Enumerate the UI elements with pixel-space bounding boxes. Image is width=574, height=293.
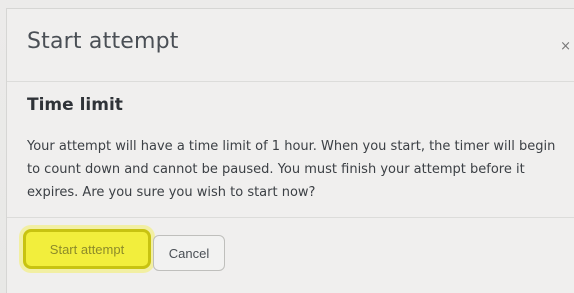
dialog-title: Start attempt [27, 29, 179, 54]
footer-divider [7, 217, 574, 218]
time-limit-message: Your attempt will have a time limit of 1… [27, 139, 556, 200]
dialog-header: Start attempt × [7, 9, 574, 82]
start-attempt-dialog: Start attempt × Time limit Your attempt … [6, 8, 574, 293]
page: Start attempt × Time limit Your attempt … [0, 0, 574, 293]
start-attempt-button[interactable]: Start attempt [23, 229, 151, 269]
cancel-button[interactable]: Cancel [153, 235, 225, 271]
close-icon[interactable]: × [560, 39, 571, 54]
time-limit-heading: Time limit [27, 95, 123, 115]
